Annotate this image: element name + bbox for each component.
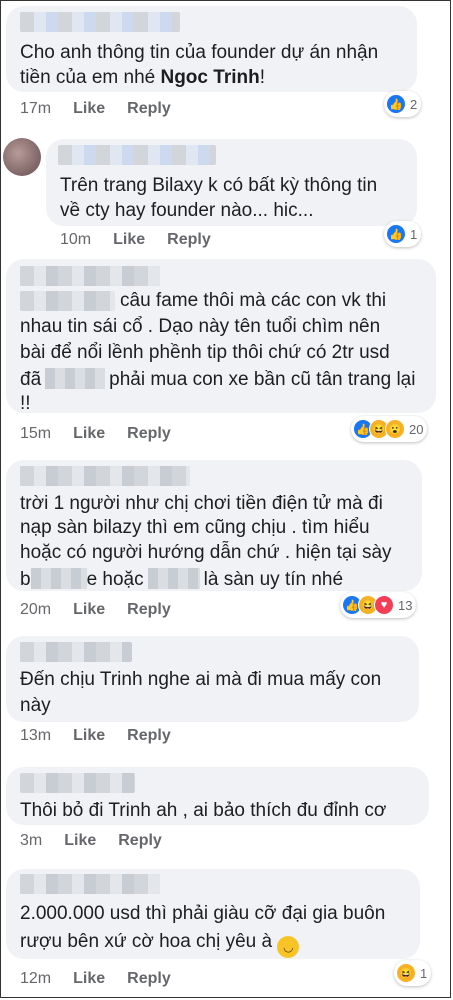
redacted-text [30, 568, 87, 589]
comment-text-line: !! [20, 393, 31, 414]
reaction-summary[interactable]: 👍 😆 ♥ 13 [340, 592, 417, 618]
comment-actions: 12m Like Reply [20, 970, 171, 988]
reply-button[interactable]: Reply [127, 727, 171, 744]
comment-actions: 15m Like Reply [20, 425, 171, 443]
comment-actions: 17m Like Reply [20, 100, 171, 118]
comment-text-line: be hoặc là sàn uy tín nhé [20, 568, 344, 590]
comment-text-line: trời 1 người như chị chơi tiền điện tử m… [20, 493, 383, 514]
reaction-count: 1 [420, 965, 428, 981]
comment-text-line: nhau tin sái cổ . Dạo này tên tuổi chìm … [20, 316, 381, 337]
redacted-author-name [20, 266, 160, 286]
like-icon: 👍 [386, 224, 406, 244]
like-button[interactable]: Like [73, 970, 105, 987]
comment-time[interactable]: 13m [20, 727, 51, 744]
comment-time[interactable]: 3m [20, 832, 42, 849]
redacted-author-name [20, 466, 190, 486]
comment-actions: 20m Like Reply [20, 601, 171, 619]
comment-time[interactable]: 12m [20, 970, 51, 987]
reaction-count: 13 [398, 597, 413, 613]
reply-button[interactable]: Reply [127, 970, 171, 987]
reply-button[interactable]: Reply [127, 100, 171, 117]
comment-time[interactable]: 20m [20, 601, 51, 618]
smile-emoji: ◡ [277, 936, 300, 958]
comment-actions: 10m Like Reply [60, 231, 211, 249]
reaction-summary[interactable]: 👍 😆 😮 20 [351, 416, 428, 442]
love-icon: ♥ [374, 595, 394, 615]
redacted-text [45, 368, 106, 389]
comment-text-line: rượu bên xứ cờ hoa chị yêu à ◡ [20, 928, 300, 958]
redacted-author-name [20, 642, 132, 662]
reaction-summary[interactable]: 👍 2 [384, 91, 422, 117]
comment-text-line: đã phải mua con xe bần cũ tân trang lại [20, 368, 416, 390]
comment-text-line: hoặc có người hướng dẫn chứ . hiện tại s… [20, 542, 392, 563]
reply-button[interactable]: Reply [127, 601, 171, 618]
mentioned-name[interactable]: Ngoc Trinh [160, 67, 259, 88]
comment-text-line: Đến chịu Trinh nghe ai mà đi mua mấy con [20, 669, 382, 690]
comment-text-line: nạp sàn bilazy thì em cũng chịu . tìm hi… [20, 517, 370, 538]
redacted-author-name [58, 145, 216, 165]
reaction-count: 1 [410, 226, 418, 242]
comment-text-line: Thôi bỏ đi Trinh ah , ai bảo thích đu đỉ… [20, 800, 387, 821]
comment-text-line: này [20, 695, 51, 716]
redacted-author-name [20, 12, 180, 32]
comment-text-line: về cty hay founder nào... hic... [60, 200, 314, 221]
reaction-count: 20 [409, 421, 424, 437]
comment-time[interactable]: 17m [20, 100, 51, 117]
reaction-count: 2 [410, 96, 418, 112]
comment-text-line: Trên trang Bilaxy k có bất kỳ thông tin [60, 175, 378, 196]
like-button[interactable]: Like [73, 727, 105, 744]
redacted-author-name [20, 874, 160, 894]
comment-text-line: câu fame thôi mà các con vk thi [120, 290, 387, 311]
comment-actions: 13m Like Reply [20, 727, 171, 745]
like-button[interactable]: Like [73, 425, 105, 442]
redacted-author-name [20, 773, 135, 793]
haha-icon: 😆 [396, 963, 416, 983]
comment-text-line: bài để nổi lềnh phềnh tip thôi chứ có 2t… [20, 342, 390, 363]
reply-button[interactable]: Reply [118, 832, 162, 849]
like-button[interactable]: Like [64, 832, 96, 849]
comment-time[interactable]: 10m [60, 231, 91, 248]
comment-time[interactable]: 15m [20, 425, 51, 442]
like-button[interactable]: Like [73, 601, 105, 618]
comment-text-line: Cho anh thông tin của founder dự án nhận [20, 42, 379, 63]
comment-text-line: 2.000.000 usd thì phải giàu cỡ đại gia b… [20, 903, 386, 924]
comment-actions: 3m Like Reply [20, 832, 162, 850]
reply-button[interactable]: Reply [127, 425, 171, 442]
reply-button[interactable]: Reply [167, 231, 211, 248]
redacted-text [147, 568, 200, 589]
reaction-summary[interactable]: 👍 1 [384, 221, 422, 247]
wow-icon: 😮 [385, 419, 405, 439]
avatar[interactable] [3, 138, 41, 176]
like-button[interactable]: Like [73, 100, 105, 117]
redacted-text [20, 291, 115, 311]
like-icon: 👍 [386, 94, 406, 114]
like-button[interactable]: Like [113, 231, 145, 248]
comment-text-line: tiền của em nhé Ngoc Trinh! [20, 67, 265, 88]
reaction-summary[interactable]: 😆 1 [394, 960, 432, 986]
